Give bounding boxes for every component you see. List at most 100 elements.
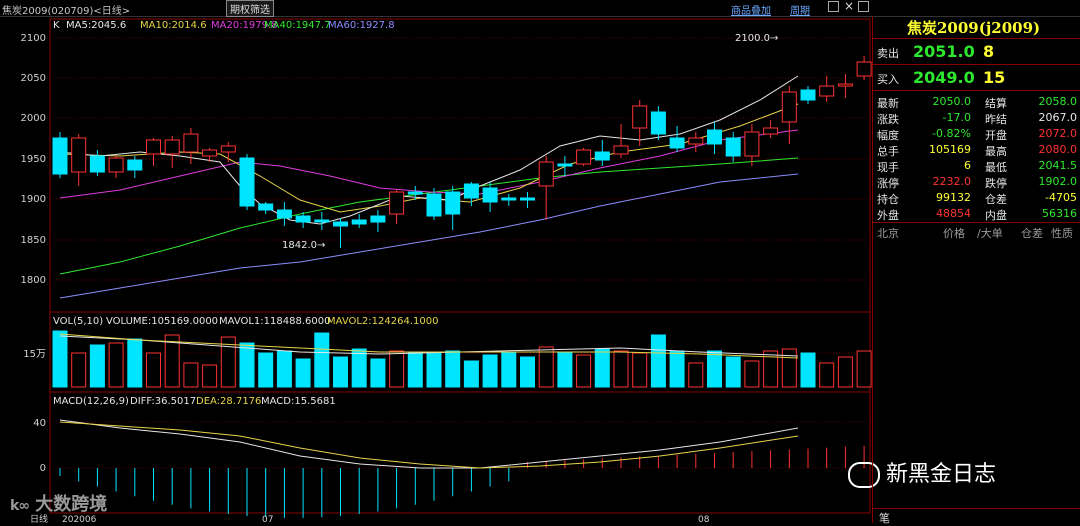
left-watermark-text: 大数跨境 [35, 494, 108, 515]
quote-value: 1902.0 [1038, 175, 1078, 188]
candle-body [482, 187, 498, 203]
candle-body [89, 155, 105, 173]
quote-row: 涨跌 -17.0 昨结 2067.0 [873, 110, 1080, 127]
buy-price: 2049.0 [913, 68, 975, 87]
candle-body [819, 85, 835, 97]
quote-label: 最新 [877, 97, 899, 110]
quote-value: 2041.5 [1038, 159, 1078, 172]
main-y-axis: 2100 2050 2000 1950 1900 1850 1800 [21, 33, 46, 286]
candle-body [52, 137, 68, 175]
volume-bar [351, 348, 367, 388]
sell-row[interactable]: 卖出 2051.0 8 [873, 41, 1080, 63]
close-icon[interactable]: × [844, 0, 854, 13]
quote-label: 最低 [985, 161, 1007, 174]
quote-label: 内盘 [985, 209, 1007, 222]
volume-bar [314, 332, 330, 388]
quote-label: 昨结 [985, 113, 1007, 126]
candle-body [856, 61, 872, 77]
candle-body [108, 157, 124, 173]
volume-bar [557, 352, 573, 388]
volume-bar [538, 346, 554, 388]
volume-bar [576, 354, 592, 388]
candle-body [520, 197, 535, 201]
commodity-overlay-link[interactable]: 商品叠加 [731, 2, 771, 17]
quote-row: 总手 105169 最高 2080.0 [873, 142, 1080, 159]
volume-bar [837, 356, 853, 388]
candle-body [333, 221, 348, 227]
candle-body [146, 139, 161, 155]
volume-bar [781, 348, 797, 388]
quote-label: 仓差 [985, 193, 1007, 206]
quote-label: 结算 [985, 97, 1007, 110]
candle-body [501, 197, 517, 201]
volume-bar [295, 358, 311, 388]
volume-bar [632, 352, 648, 388]
buy-label: 买入 [877, 73, 899, 86]
sell-label: 卖出 [877, 47, 899, 60]
y-tick-1800: 1800 [21, 275, 46, 286]
kline-chart[interactable]: K MA5:2045.6 MA10:2014.6 MA20:1979.8 MA4… [0, 16, 891, 525]
buy-row[interactable]: 买入 2049.0 15 [873, 67, 1080, 89]
candle-body [837, 83, 853, 87]
candle-body [707, 129, 722, 145]
maximize-icon[interactable] [858, 1, 869, 12]
macd-y-tick-0: 0 [40, 463, 46, 474]
option-filter-tab[interactable]: 期权筛选 [226, 0, 274, 17]
top-bar: 焦炭2009(020709)<日线> 期权筛选 商品叠加 周期 × [0, 0, 1080, 17]
chart-area[interactable]: K MA5:2045.6 MA10:2014.6 MA20:1979.8 MA4… [0, 16, 996, 525]
volume-bar [108, 342, 124, 388]
restore-icon[interactable] [828, 1, 839, 12]
y-tick-1950: 1950 [21, 154, 46, 165]
volume-bar [426, 352, 442, 388]
period-link[interactable]: 周期 [790, 2, 810, 17]
tick-header: 北京 价格 /大单 仓差 性质 [873, 224, 1080, 241]
divider [873, 90, 1080, 91]
quote-label: 涨跌 [877, 113, 899, 126]
quote-label: 幅度 [877, 129, 899, 142]
tick-header-time: 北京 [877, 227, 899, 240]
y-tick-1900: 1900 [21, 194, 46, 205]
footer-tab[interactable]: 笔 [879, 510, 890, 526]
dea-line [59, 421, 799, 469]
sell-price: 2051.0 [913, 42, 975, 61]
quote-value: 2080.0 [1038, 143, 1078, 156]
candle-body [389, 191, 405, 215]
candle-body [781, 91, 797, 123]
volume-bar [89, 344, 105, 388]
quote-label: 涨停 [877, 177, 899, 190]
volume-bar [239, 342, 255, 388]
volume-bar [333, 356, 348, 388]
candle-body [557, 163, 573, 167]
y-tick-2000: 2000 [21, 113, 46, 124]
candle-body [800, 89, 816, 101]
volume-bar [800, 352, 816, 388]
volume-bar [445, 350, 461, 388]
candle-body [407, 191, 423, 195]
buy-qty: 15 [983, 68, 1006, 87]
volume-bar [258, 352, 274, 388]
x-tick-202006: 202006 [62, 515, 97, 523]
volume-bar [650, 334, 666, 388]
volume-bar [501, 352, 517, 388]
main-panel-frame [49, 18, 871, 313]
volume-bar [613, 350, 629, 388]
volume-bar [520, 356, 535, 388]
volume-bar [856, 350, 872, 388]
quote-row: 最新 2050.0 结算 2058.0 [873, 94, 1080, 111]
quote-value: 56316 [1042, 207, 1077, 220]
quote-value: 2058.0 [1038, 95, 1078, 108]
volume-bar [688, 362, 704, 388]
vol-mavol2-label: MAVOL2:124264.1000 [327, 316, 438, 327]
volume-bar [463, 360, 479, 388]
volume-bar [707, 350, 722, 388]
quote-value: -0.82% [932, 127, 971, 140]
macd-panel-frame [49, 391, 871, 514]
candle-body [594, 151, 610, 161]
volume-bar [52, 330, 68, 388]
y-tick-2050: 2050 [21, 73, 46, 84]
sell-qty: 8 [983, 42, 995, 61]
candle-body [127, 159, 143, 171]
quote-panel: 焦炭2009(j2009) 卖出 2051.0 8 买入 2049.0 15 最… [872, 16, 1080, 526]
quote-row: 持仓 99132 仓差 -4705 [873, 190, 1080, 207]
quote-row: 现手 6 最低 2041.5 [873, 158, 1080, 175]
